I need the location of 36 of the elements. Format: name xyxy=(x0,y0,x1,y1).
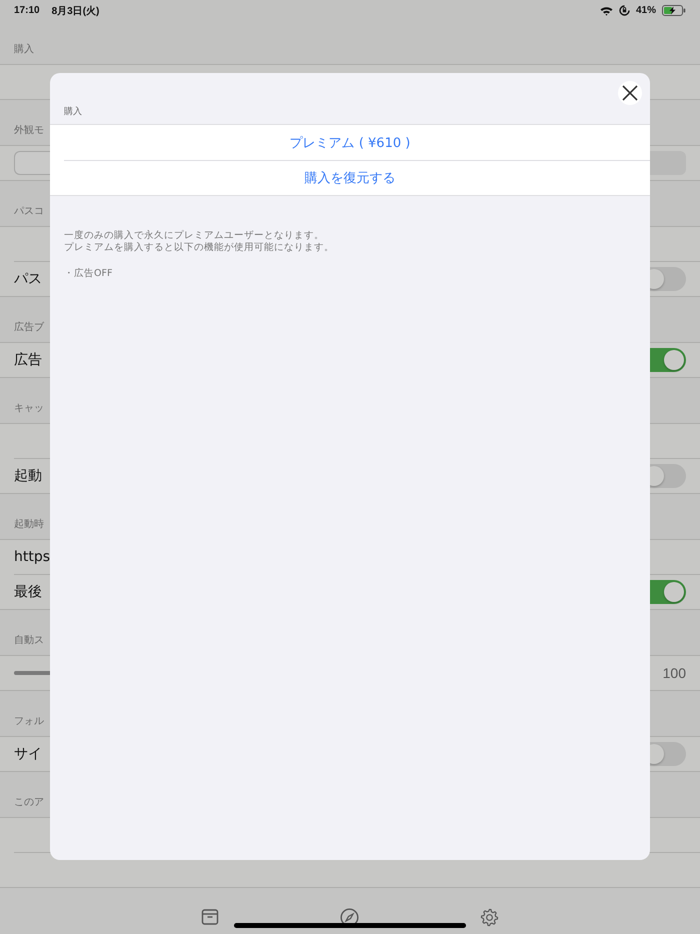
toggle-switch[interactable] xyxy=(650,742,686,766)
url-text: https xyxy=(14,549,50,565)
archive-box-icon[interactable] xyxy=(200,908,219,926)
section-header: キャッ xyxy=(14,402,44,415)
section-header: パスコ xyxy=(14,205,44,218)
toggle-switch[interactable] xyxy=(650,580,686,604)
section-header: 購入 xyxy=(14,42,34,56)
rotation-lock-icon xyxy=(618,5,630,16)
status-time: 17:10 xyxy=(14,5,40,16)
status-date: 8月3日(火) xyxy=(52,4,100,18)
battery-percent: 41% xyxy=(636,5,656,16)
setting-label: 広告 xyxy=(14,351,42,369)
close-button[interactable] xyxy=(618,81,642,105)
setting-label: パス xyxy=(14,270,42,288)
toggle-switch[interactable] xyxy=(650,464,686,488)
setting-label: 最後 xyxy=(14,583,42,601)
section-header: 外観モ xyxy=(14,124,44,137)
setting-label: 起動 xyxy=(14,467,42,485)
toggle-switch[interactable] xyxy=(650,267,686,291)
feature-item: ・広告OFF xyxy=(64,268,114,280)
section-header: フォル xyxy=(14,715,44,728)
section-header: 広告ブ xyxy=(14,320,44,334)
battery-charging-icon xyxy=(662,5,686,16)
description-text: 一度のみの購入で永久にプレミアムユーザーとなります。 xyxy=(64,230,325,242)
close-icon xyxy=(622,85,638,101)
section-header: 購入 xyxy=(64,107,82,117)
slider-track[interactable] xyxy=(14,671,50,675)
description-text: プレミアムを購入すると以下の機能が使用可能になります。 xyxy=(64,242,335,254)
section-header: 自動ス xyxy=(14,634,44,647)
wifi-icon xyxy=(600,6,613,16)
section-header: このア xyxy=(14,796,44,809)
section-header: 起動時 xyxy=(14,518,44,531)
setting-label: サイ xyxy=(14,745,42,763)
settings-icon[interactable] xyxy=(480,908,500,927)
toggle-switch[interactable] xyxy=(650,348,686,372)
slider-value: 100 xyxy=(662,665,686,681)
